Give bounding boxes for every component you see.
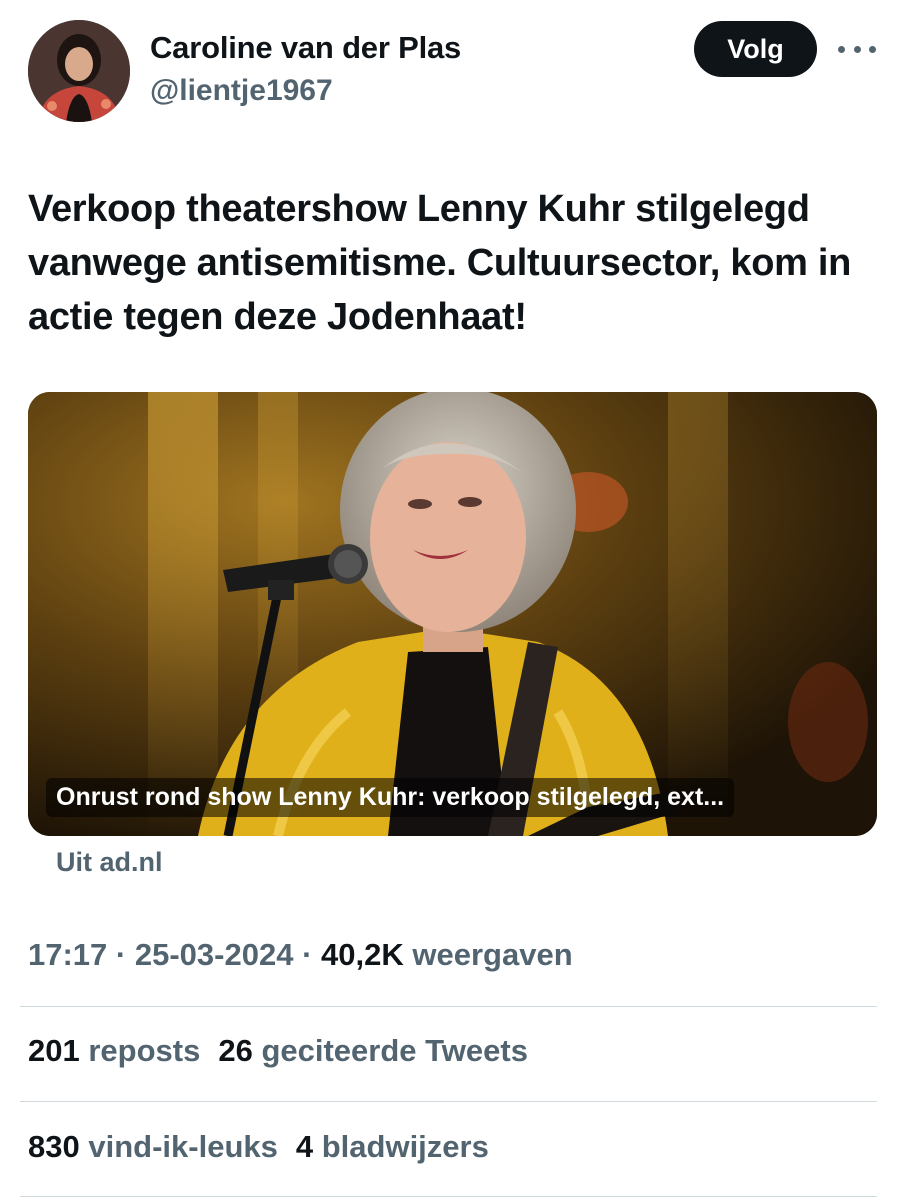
bookmarks-label: bladwijzers	[321, 1129, 489, 1164]
likes-label: vind-ik-leuks	[88, 1129, 278, 1164]
like-stats-row: 830 vind-ik-leuks 4 bladwijzers	[28, 1129, 489, 1165]
more-options-icon[interactable]	[838, 44, 876, 54]
card-headline: Onrust rond show Lenny Kuhr: verkoop sti…	[46, 778, 735, 817]
divider	[20, 1101, 877, 1102]
likes-stat[interactable]: 830 vind-ik-leuks	[28, 1129, 278, 1164]
divider	[20, 1196, 877, 1197]
avatar-image	[28, 20, 130, 122]
tweet-date[interactable]: 25-03-2024	[135, 937, 294, 972]
repost-stats-row: 201 reposts 26 geciteerde Tweets	[28, 1033, 528, 1069]
bookmarks-stat[interactable]: 4 bladwijzers	[296, 1129, 489, 1164]
tweet-text: Verkoop theatershow Lenny Kuhr stilgeleg…	[28, 188, 852, 338]
views-count: 40,2K	[321, 937, 404, 972]
reposts-label: reposts	[88, 1033, 201, 1068]
meta-separator: ·	[302, 937, 313, 972]
link-card[interactable]: Onrust rond show Lenny Kuhr: verkoop sti…	[28, 392, 877, 836]
bookmarks-count: 4	[295, 1129, 314, 1164]
meta-separator: ·	[115, 937, 127, 972]
divider	[20, 1006, 877, 1007]
reposts-count: 201	[28, 1033, 80, 1068]
card-source-link[interactable]: Uit ad.nl	[56, 847, 163, 878]
more-dot	[853, 45, 861, 53]
author-display-name[interactable]: Caroline van der Plas	[150, 30, 461, 66]
views-label: weergaven	[412, 937, 573, 972]
card-photo	[28, 392, 877, 836]
more-dot	[838, 45, 845, 53]
tweet-meta: 17:17 · 25-03-2024 · 40,2K weergaven	[28, 937, 573, 973]
author-handle[interactable]: @lientje1967	[150, 74, 333, 108]
quotes-stat[interactable]: 26 geciteerde Tweets	[218, 1033, 528, 1068]
follow-button[interactable]: Volg	[694, 21, 817, 77]
tweet-time[interactable]: 17:17	[28, 937, 107, 972]
quotes-count: 26	[218, 1033, 253, 1068]
more-dot	[869, 45, 876, 53]
likes-count: 830	[28, 1129, 80, 1164]
quotes-label: geciteerde Tweets	[261, 1033, 528, 1068]
avatar[interactable]	[28, 20, 130, 122]
reposts-stat[interactable]: 201 reposts	[28, 1033, 200, 1068]
